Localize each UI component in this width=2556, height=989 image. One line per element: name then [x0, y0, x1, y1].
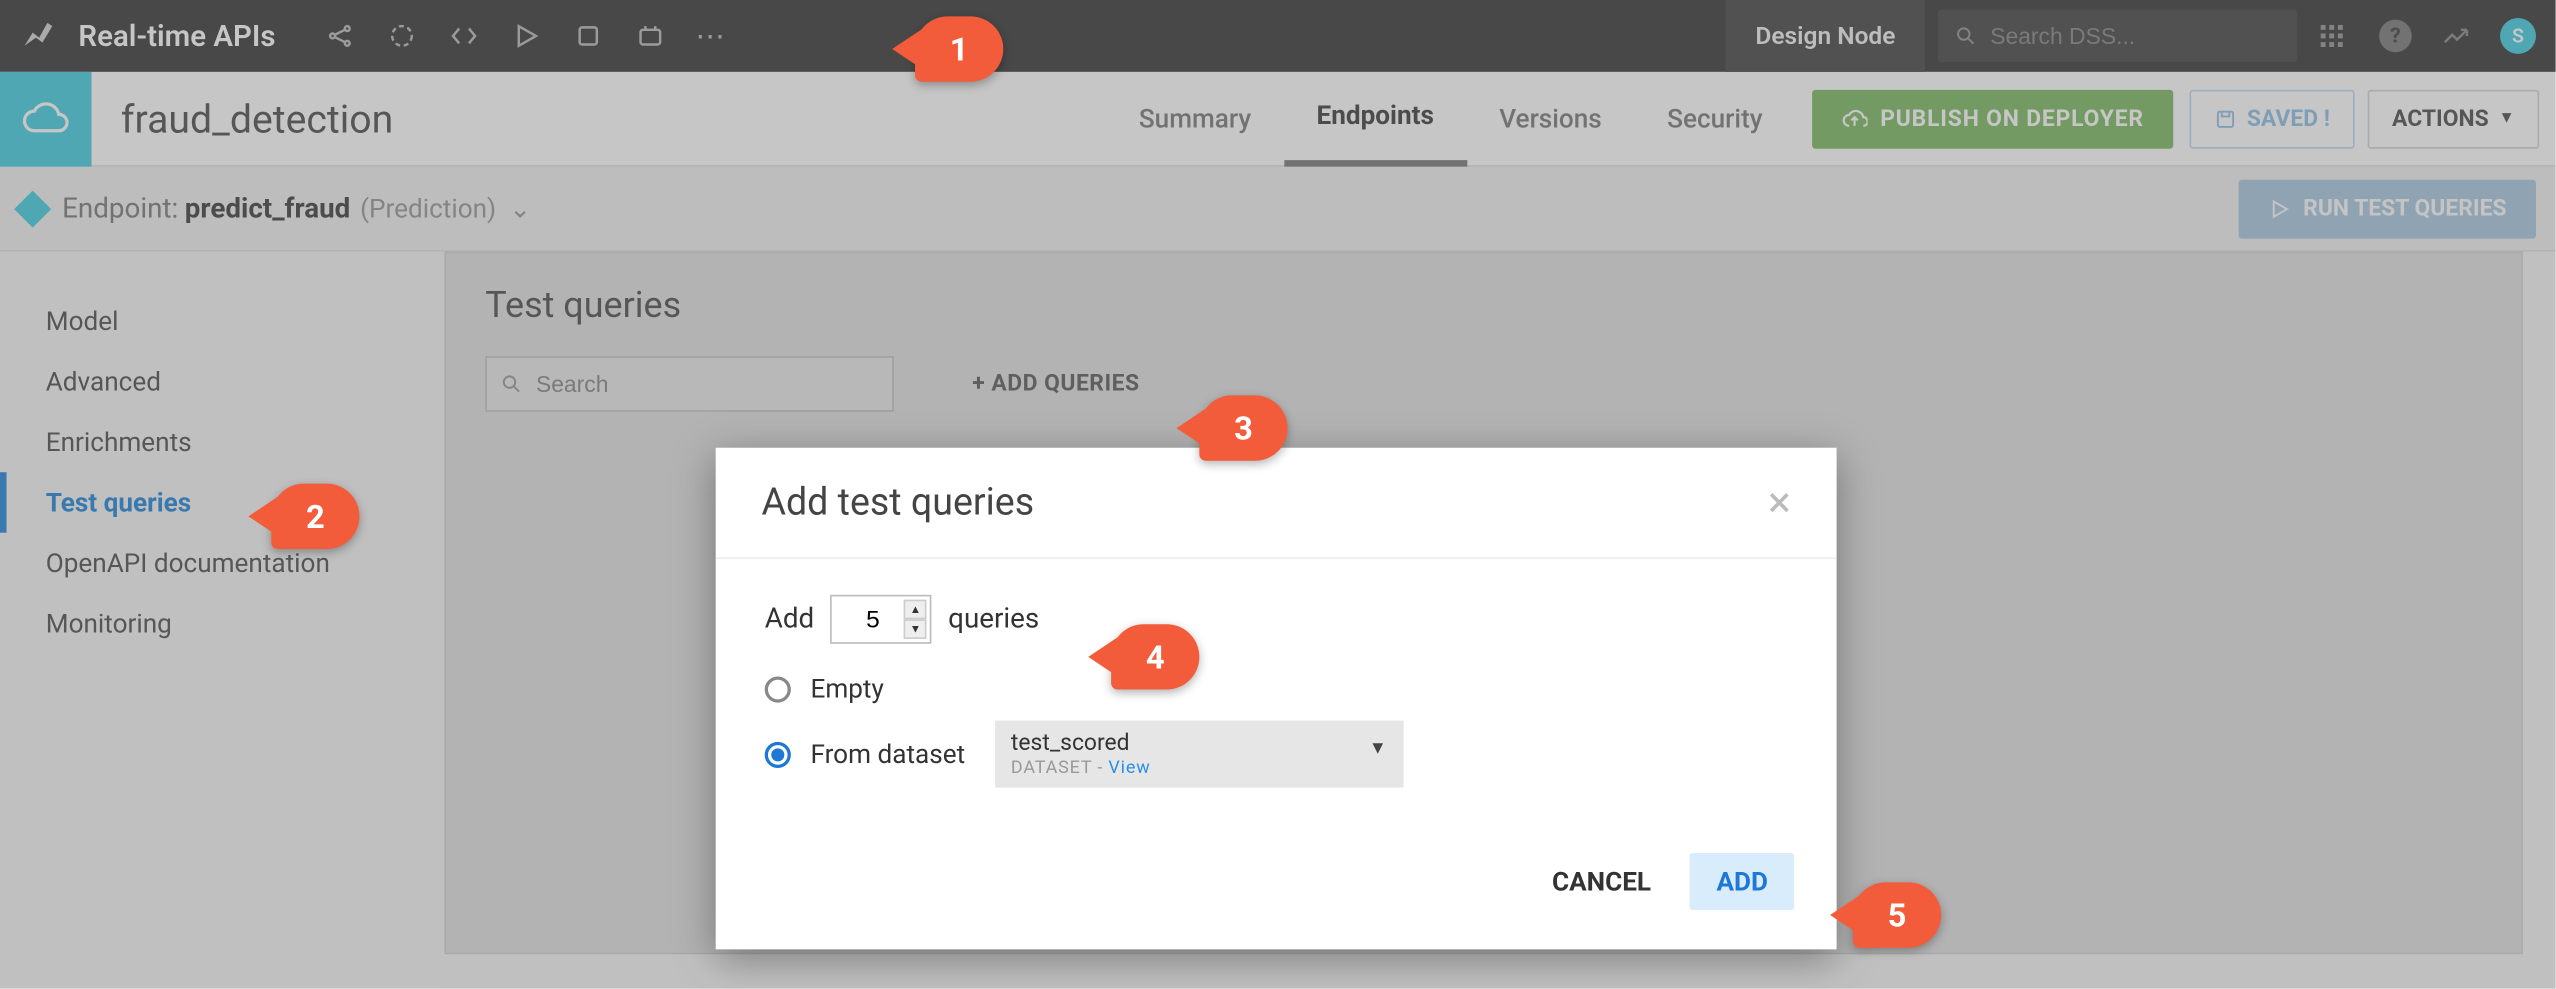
add-suffix: queries	[948, 603, 1039, 636]
radio-empty-label: Empty	[810, 673, 883, 704]
query-count-stepper[interactable]: ▲ ▼	[831, 595, 932, 644]
modal-add-button[interactable]: ADD	[1690, 853, 1794, 910]
annotation-1: 1	[915, 16, 1003, 81]
annotation-2: 2	[271, 484, 359, 549]
stepper-down[interactable]: ▼	[904, 619, 927, 639]
annotation-4: 4	[1111, 624, 1199, 689]
radio-empty[interactable]	[765, 676, 791, 702]
query-count-input[interactable]	[852, 605, 894, 633]
stepper-up[interactable]: ▲	[904, 600, 927, 620]
modal-close-button[interactable]: ×	[1768, 481, 1791, 523]
modal-cancel-button[interactable]: CANCEL	[1542, 853, 1661, 910]
dataset-dropdown[interactable]: test_scored DATASET - View ▼	[995, 721, 1404, 788]
radio-from-dataset-label: From dataset	[810, 739, 965, 770]
annotation-3: 3	[1199, 395, 1287, 460]
annotation-5: 5	[1853, 882, 1941, 947]
dataset-view-link[interactable]: View	[1108, 757, 1150, 778]
radio-from-dataset[interactable]	[765, 741, 791, 767]
add-prefix: Add	[765, 603, 814, 636]
add-test-queries-modal: Add test queries × Add ▲ ▼ queries	[716, 448, 1837, 950]
modal-title: Add test queries	[761, 480, 1034, 524]
dataset-name: test_scored	[1011, 730, 1387, 756]
dropdown-caret-icon: ▼	[1369, 737, 1387, 758]
dataset-sub-prefix: DATASET	[1011, 757, 1092, 778]
